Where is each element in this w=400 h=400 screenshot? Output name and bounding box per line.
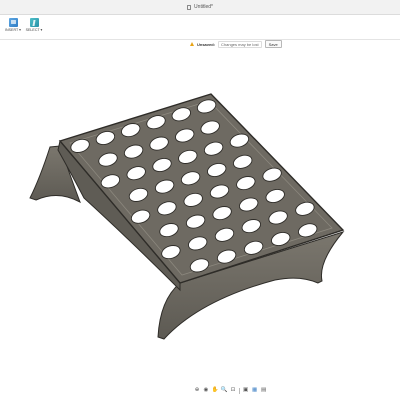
- insert-icon: [8, 18, 18, 27]
- pan-icon[interactable]: ✋: [211, 387, 219, 395]
- insert-label: INSERT ▾: [5, 28, 21, 32]
- window-title: Untitled*: [194, 4, 213, 10]
- unsaved-label: Unsaved:: [197, 41, 216, 47]
- select-button[interactable]: SELECT ▾: [23, 18, 45, 38]
- viewports-icon[interactable]: ▤: [260, 387, 268, 395]
- navigation-bar: ⊕ ◉ ✋ 🔍 ⊡ ▣ ▦ ▤: [193, 386, 268, 396]
- changes-warning-text: Changes may be lost: [218, 40, 262, 48]
- zoom-icon[interactable]: 🔍: [220, 387, 228, 395]
- nav-separator: [239, 388, 240, 394]
- model-viewport[interactable]: [0, 50, 400, 382]
- toolbar: INSERT ▾ SELECT ▾: [0, 15, 400, 40]
- fit-icon[interactable]: ⊡: [229, 387, 237, 395]
- orbit-icon[interactable]: ⊕: [193, 387, 201, 395]
- select-icon: [29, 18, 39, 27]
- unsaved-status-bar: Unsaved: Changes may be lost Save: [190, 40, 282, 48]
- save-button[interactable]: Save: [264, 40, 282, 48]
- stand-model[interactable]: [0, 50, 400, 382]
- document-icon: [187, 4, 192, 10]
- title-bar: Untitled*: [0, 0, 400, 15]
- display-settings-icon[interactable]: ▣: [242, 387, 250, 395]
- select-label: SELECT ▾: [25, 28, 43, 32]
- insert-button[interactable]: INSERT ▾: [2, 18, 24, 38]
- grid-icon[interactable]: ▦: [251, 387, 259, 395]
- look-at-icon[interactable]: ◉: [202, 387, 210, 395]
- warning-icon: [190, 42, 194, 46]
